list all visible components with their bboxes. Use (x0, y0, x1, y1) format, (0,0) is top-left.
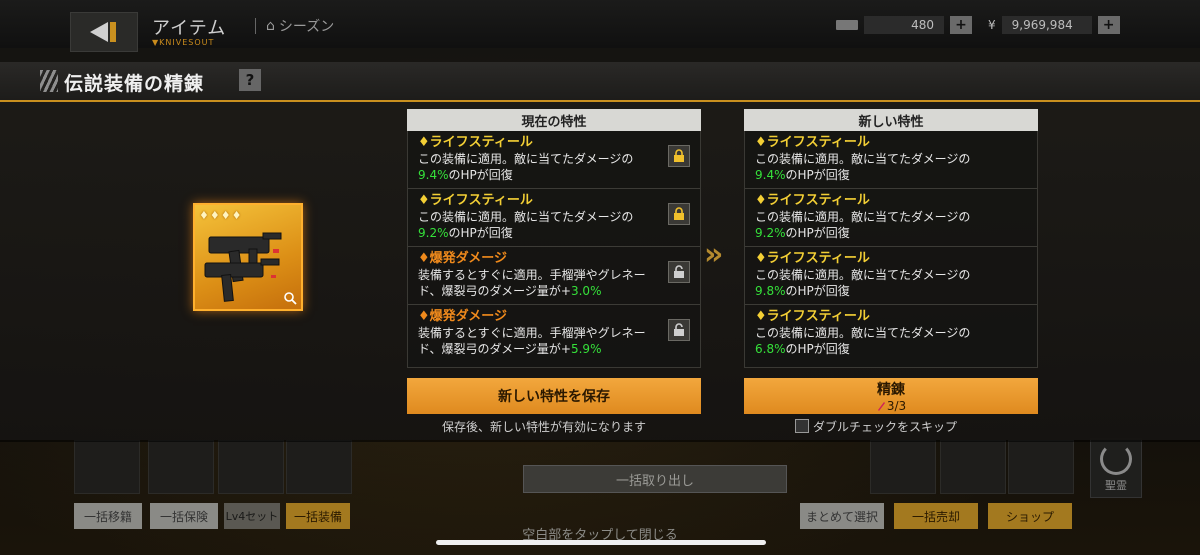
trait-description: この装備に適用。敵に当てたダメージの9.4%のHPが回復 (418, 152, 634, 182)
spirit-label: 聖霊 (1105, 479, 1127, 492)
money-value: 9,969,984 (1001, 16, 1092, 34)
inventory-slot[interactable] (1008, 440, 1074, 494)
trait-row: ♦ライフスティール この装備に適用。敵に当てたダメージの9.2%のHPが回復 (408, 189, 700, 247)
trait-name: ♦ライフスティール (418, 193, 533, 208)
inventory-slot[interactable] (870, 440, 936, 494)
unlock-icon (674, 265, 684, 278)
ticket-icon (836, 20, 858, 30)
yen-icon: ¥ (988, 18, 996, 32)
lock-toggle[interactable] (668, 145, 690, 167)
trait-description: この装備に適用。敵に当てたダメージの9.4%のHPが回復 (755, 152, 971, 182)
modal-title: 伝説装備の精錬 (64, 73, 205, 95)
ticket-value: 480 (864, 16, 944, 34)
unlock-toggle[interactable] (668, 319, 690, 341)
refine-count: 3/3 (876, 399, 906, 413)
home-icon: ⌂ (266, 18, 275, 34)
season-label: シーズン (278, 19, 335, 35)
refine-material-icon (877, 402, 885, 411)
magnify-icon[interactable] (283, 291, 297, 305)
trait-name: ♦爆発ダメージ (418, 309, 508, 324)
new-traits-list: ♦ライフスティール この装備に適用。敵に当てたダメージの9.4%のHPが回復 ♦… (744, 131, 1038, 368)
season-tab[interactable]: ⌂ シーズン (255, 16, 334, 36)
spirit-button[interactable]: 聖霊 (1090, 438, 1142, 498)
trait-row: ♦爆発ダメージ 装備するとすぐに適用。手榴弾やグレネード、爆裂弓のダメージ量が+… (408, 247, 700, 305)
trait-name: ♦爆発ダメージ (418, 251, 508, 266)
trait-name: ♦ライフスティール (755, 193, 870, 208)
trait-name: ♦ライフスティール (755, 135, 870, 150)
title-divider (255, 18, 256, 34)
new-traits-header: 新しい特性 (744, 109, 1038, 131)
brand-logo: ▼KNIVESOUT (152, 38, 215, 47)
header-stripe-decoration (40, 70, 58, 92)
trait-row: ♦ライフスティール この装備に適用。敵に当てたダメージの9.2%のHPが回復 (745, 189, 1037, 247)
trait-description: 装備するとすぐに適用。手榴弾やグレネード、爆裂弓のダメージ量が+5.9% (418, 326, 646, 356)
trait-row: ♦ライフスティール この装備に適用。敵に当てたダメージの9.4%のHPが回復 (745, 131, 1037, 189)
current-traits-list: ♦ライフスティール この装備に適用。敵に当てたダメージの9.4%のHPが回復 ♦… (407, 131, 701, 368)
inventory-slot[interactable] (286, 440, 352, 494)
add-ticket-button[interactable]: + (950, 16, 972, 34)
trait-description: 装備するとすぐに適用。手榴弾やグレネード、爆裂弓のダメージ量が+3.0% (418, 268, 646, 298)
home-indicator (436, 540, 766, 545)
inventory-slot[interactable] (148, 440, 214, 494)
back-arrow-icon (90, 22, 116, 42)
top-bar: アイテム ▼KNIVESOUT ⌂ シーズン 480 + ¥ 9,969,984… (0, 0, 1200, 52)
trait-description: この装備に適用。敵に当てたダメージの9.2%のHPが回復 (755, 210, 971, 240)
trait-description: この装備に適用。敵に当てたダメージの6.8%のHPが回復 (755, 326, 971, 356)
trait-name: ♦ライフスティール (755, 251, 870, 266)
skip-check-label: ダブルチェックをスキップ (813, 420, 958, 434)
legendary-item-card[interactable]: ♦ ♦ ♦ ♦ (195, 205, 301, 309)
refine-button[interactable]: 精錬 3/3 (744, 378, 1038, 414)
trait-description: この装備に適用。敵に当てたダメージの9.8%のHPが回復 (755, 268, 971, 298)
modal-header: 伝説装備の精錬 ? (0, 62, 1200, 102)
back-button[interactable] (70, 12, 138, 52)
skip-check-checkbox[interactable] (795, 419, 809, 433)
inventory-slot[interactable] (74, 440, 140, 494)
swirl-icon (1100, 443, 1132, 475)
money-currency: ¥ 9,969,984 + (988, 16, 1120, 34)
double-chevron-icon: » (704, 237, 724, 272)
trait-name: ♦ライフスティール (755, 309, 870, 324)
trait-row: ♦ライフスティール この装備に適用。敵に当てたダメージの9.8%のHPが回復 (745, 247, 1037, 305)
unlock-icon (674, 323, 684, 336)
save-note: 保存後、新しい特性が有効になります (442, 420, 647, 434)
add-money-button[interactable]: + (1097, 16, 1120, 34)
current-traits-panel: 現在の特性 ♦ライフスティール この装備に適用。敵に当てたダメージの9.4%のH… (407, 109, 701, 368)
lock-icon (674, 207, 684, 220)
current-traits-header: 現在の特性 (407, 109, 701, 131)
refine-label: 精錬 (877, 382, 905, 398)
inventory-slot[interactable] (940, 440, 1006, 494)
trait-row: ♦ライフスティール この装備に適用。敵に当てたダメージの6.8%のHPが回復 (745, 305, 1037, 363)
trait-name: ♦ライフスティール (418, 135, 533, 150)
bulk-takeout-button[interactable]: 一括取り出し (523, 465, 787, 493)
help-button[interactable]: ? (239, 69, 261, 91)
skip-double-check-option[interactable]: ダブルチェックをスキップ (795, 418, 957, 435)
trait-description: この装備に適用。敵に当てたダメージの9.2%のHPが回復 (418, 210, 634, 240)
unlock-toggle[interactable] (668, 261, 690, 283)
lock-toggle[interactable] (668, 203, 690, 225)
save-new-traits-button[interactable]: 新しい特性を保存 (407, 378, 701, 414)
lock-icon (674, 149, 684, 162)
ticket-currency: 480 + (836, 16, 972, 34)
new-traits-panel: 新しい特性 ♦ライフスティール この装備に適用。敵に当てたダメージの9.4%のH… (744, 109, 1038, 368)
inventory-slot[interactable] (218, 440, 284, 494)
screen-title: アイテム (152, 18, 227, 39)
trait-row: ♦ライフスティール この装備に適用。敵に当てたダメージの9.4%のHPが回復 (408, 131, 700, 189)
trait-row: ♦爆発ダメージ 装備するとすぐに適用。手榴弾やグレネード、爆裂弓のダメージ量が+… (408, 305, 700, 363)
